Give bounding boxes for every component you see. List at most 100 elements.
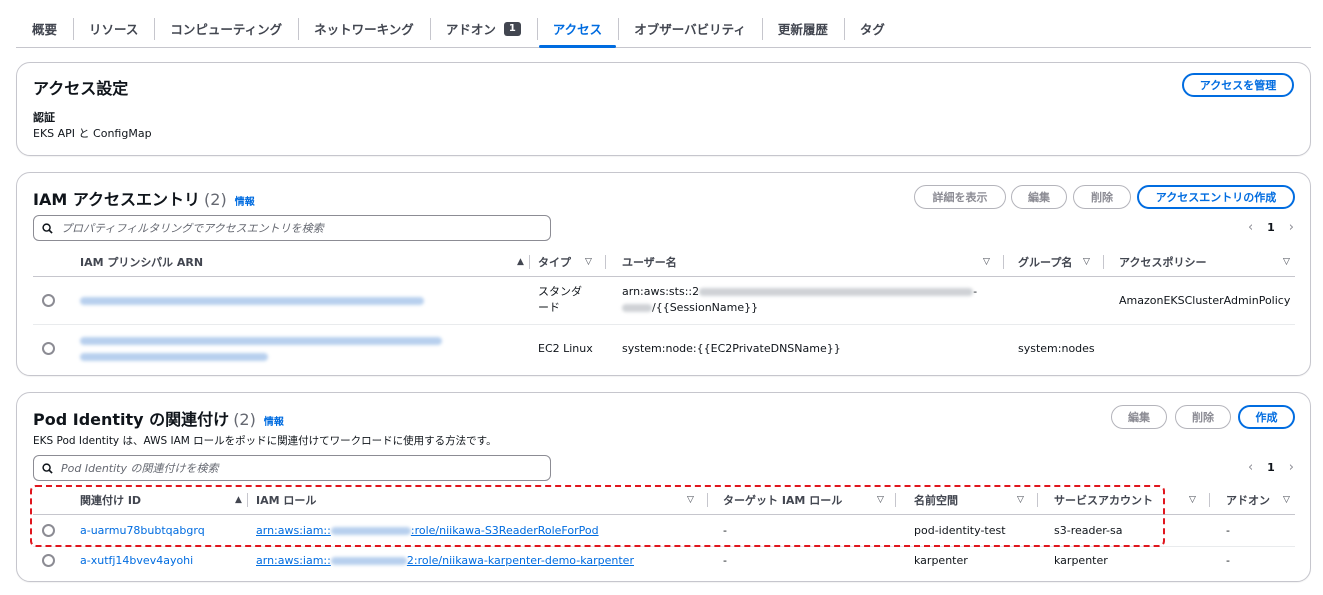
row-select-radio[interactable]: [42, 524, 55, 537]
column-divider: [529, 255, 530, 269]
filter-icon[interactable]: ▽: [1017, 495, 1024, 505]
tab-addons[interactable]: アドオン 1: [429, 10, 537, 47]
col-username[interactable]: ユーザー名: [622, 247, 677, 277]
col-access-policy[interactable]: アクセスポリシー: [1119, 247, 1206, 277]
entry-username: arn:aws:sts::2 -/{{SessionName}}: [622, 284, 977, 316]
tab-access[interactable]: アクセス: [536, 10, 618, 48]
role-arn-suffix: 2:role/niikawa-karpenter-demo-karpenter: [406, 554, 634, 567]
tab-label: ネットワーキング: [314, 22, 414, 37]
role-arn-prefix: arn:aws:iam::: [256, 554, 331, 567]
entry-type: EC2 Linux: [538, 342, 593, 355]
iam-entries-count: (2): [204, 190, 227, 209]
association-id-link[interactable]: a-uarmu78bubtqabgrq: [80, 523, 205, 539]
filter-icon[interactable]: ▽: [1083, 257, 1090, 267]
create-association-button[interactable]: 作成: [1238, 405, 1295, 429]
iam-entries-search-input[interactable]: プロパティフィルタリングでアクセスエントリを検索: [33, 215, 551, 241]
view-details-button[interactable]: 詳細を表示: [914, 185, 1006, 209]
tab-resources[interactable]: リソース: [73, 10, 154, 47]
tab-label: タグ: [859, 22, 885, 37]
type-line: ード: [538, 301, 560, 314]
principal-arn-redacted[interactable]: [80, 333, 442, 365]
chevron-left-icon[interactable]: ‹: [1248, 220, 1253, 235]
addon-count-badge: 1: [503, 21, 521, 36]
search-placeholder: プロパティフィルタリングでアクセスエントリを検索: [61, 222, 324, 235]
edit-entry-button[interactable]: 編集: [1011, 185, 1067, 209]
col-type[interactable]: タイプ: [538, 247, 571, 277]
column-divider: [1209, 493, 1210, 507]
table-header: 関連付け ID ▲ IAM ロール ▽ ターゲット IAM ロール ▽ 名前空間…: [33, 485, 1295, 515]
filter-icon[interactable]: ▽: [1189, 495, 1196, 505]
tab-compute[interactable]: コンピューティング: [154, 10, 298, 47]
table-header: IAM プリンシパル ARN ▲ タイプ ▽ ユーザー名 ▽ グループ名 ▽ ア…: [33, 247, 1295, 277]
search-icon: [42, 222, 53, 234]
column-divider: [1103, 255, 1104, 269]
delete-entry-button[interactable]: 削除: [1073, 185, 1131, 209]
sort-asc-icon[interactable]: ▲: [235, 495, 242, 505]
col-namespace[interactable]: 名前空間: [914, 485, 958, 515]
iam-entries-info-link[interactable]: 情報: [235, 197, 255, 208]
iam-entries-title: IAM アクセスエントリ: [33, 190, 201, 209]
filter-icon[interactable]: ▽: [1283, 257, 1290, 267]
entry-type: スタンダ ード: [538, 284, 582, 316]
col-iam-role[interactable]: IAM ロール: [256, 485, 316, 515]
delete-association-button[interactable]: 削除: [1175, 405, 1231, 429]
chevron-right-icon[interactable]: ›: [1289, 460, 1294, 475]
role-arn-prefix: arn:aws:iam::: [256, 524, 331, 537]
tab-observability[interactable]: オブザーバビリティ: [618, 10, 762, 47]
addon: -: [1226, 554, 1230, 567]
column-divider: [1037, 493, 1038, 507]
filter-icon[interactable]: ▽: [877, 495, 884, 505]
username-line: /{{SessionName}}: [652, 301, 759, 314]
col-target-iam-role[interactable]: ターゲット IAM ロール: [723, 485, 842, 515]
table-row[interactable]: EC2 Linux system:node:{{EC2PrivateDNSNam…: [33, 325, 1295, 373]
namespace: pod-identity-test: [914, 524, 1006, 537]
filter-icon[interactable]: ▽: [1283, 495, 1290, 505]
create-access-entry-button[interactable]: アクセスエントリの作成: [1137, 185, 1295, 209]
edit-association-button[interactable]: 編集: [1111, 405, 1167, 429]
iam-role-link[interactable]: arn:aws:iam:::role/niikawa-S3ReaderRoleF…: [256, 523, 599, 539]
tab-bar: 概要 リソース コンピューティング ネットワーキング アドオン 1 アクセス オブ…: [16, 10, 1311, 48]
access-settings-title: アクセス設定: [33, 79, 129, 98]
table-row[interactable]: a-uarmu78bubtqabgrq arn:aws:iam:::role/n…: [33, 515, 1295, 547]
role-arn-suffix: :role/niikawa-S3ReaderRoleForPod: [410, 524, 599, 537]
page-number[interactable]: 1: [1267, 221, 1275, 234]
namespace: karpenter: [914, 554, 968, 567]
pod-identity-pagination: ‹ 1 ›: [1248, 460, 1294, 475]
pod-identity-info-link[interactable]: 情報: [264, 417, 284, 428]
tab-label: オブザーバビリティ: [634, 22, 746, 37]
row-select-radio[interactable]: [42, 294, 55, 307]
col-principal-arn[interactable]: IAM プリンシパル ARN: [80, 247, 203, 277]
username-line: arn:aws:sts::2: [622, 285, 700, 298]
filter-icon[interactable]: ▽: [687, 495, 694, 505]
table-row[interactable]: a-xutfj14bvev4ayohi arn:aws:iam:: 2:role/…: [33, 547, 1295, 579]
sort-asc-icon[interactable]: ▲: [517, 257, 524, 267]
iam-access-entries-panel: IAM アクセスエントリ (2) 情報 詳細を表示 編集 削除 アクセスエントリの作…: [16, 172, 1311, 376]
tab-label: アドオン: [445, 22, 496, 37]
col-group[interactable]: グループ名: [1018, 247, 1072, 277]
col-service-account[interactable]: サービスアカウント: [1054, 485, 1153, 515]
pod-identity-title: Pod Identity の関連付け: [33, 410, 230, 429]
search-placeholder: Pod Identity の関連付けを検索: [61, 462, 219, 475]
tab-networking[interactable]: ネットワーキング: [298, 10, 430, 47]
row-select-radio[interactable]: [42, 342, 55, 355]
pod-identity-search-input[interactable]: Pod Identity の関連付けを検索: [33, 455, 551, 481]
manage-access-button[interactable]: アクセスを管理: [1182, 73, 1294, 97]
tab-overview[interactable]: 概要: [16, 10, 73, 47]
principal-arn-redacted[interactable]: [80, 293, 424, 309]
tab-update-history[interactable]: 更新履歴: [761, 10, 844, 47]
row-select-radio[interactable]: [42, 554, 55, 567]
chevron-left-icon[interactable]: ‹: [1248, 460, 1253, 475]
association-id-link[interactable]: a-xutfj14bvev4ayohi: [80, 553, 193, 569]
iam-role-link[interactable]: arn:aws:iam:: 2:role/niikawa-karpenter-de…: [256, 553, 634, 569]
filter-icon[interactable]: ▽: [585, 257, 592, 267]
table-row[interactable]: スタンダ ード arn:aws:sts::2 -/{{SessionName}} A…: [33, 277, 1295, 325]
entry-group: system:nodes: [1018, 342, 1095, 355]
page-number[interactable]: 1: [1267, 461, 1275, 474]
pod-identity-table: 関連付け ID ▲ IAM ロール ▽ ターゲット IAM ロール ▽ 名前空間…: [33, 485, 1295, 579]
chevron-right-icon[interactable]: ›: [1289, 220, 1294, 235]
access-settings-panel: アクセス設定 アクセスを管理 認証 EKS API と ConfigMap: [16, 62, 1311, 156]
tab-tags[interactable]: タグ: [843, 10, 901, 47]
col-addon[interactable]: アドオン: [1226, 485, 1270, 515]
filter-icon[interactable]: ▽: [983, 257, 990, 267]
col-association-id[interactable]: 関連付け ID: [80, 485, 141, 515]
